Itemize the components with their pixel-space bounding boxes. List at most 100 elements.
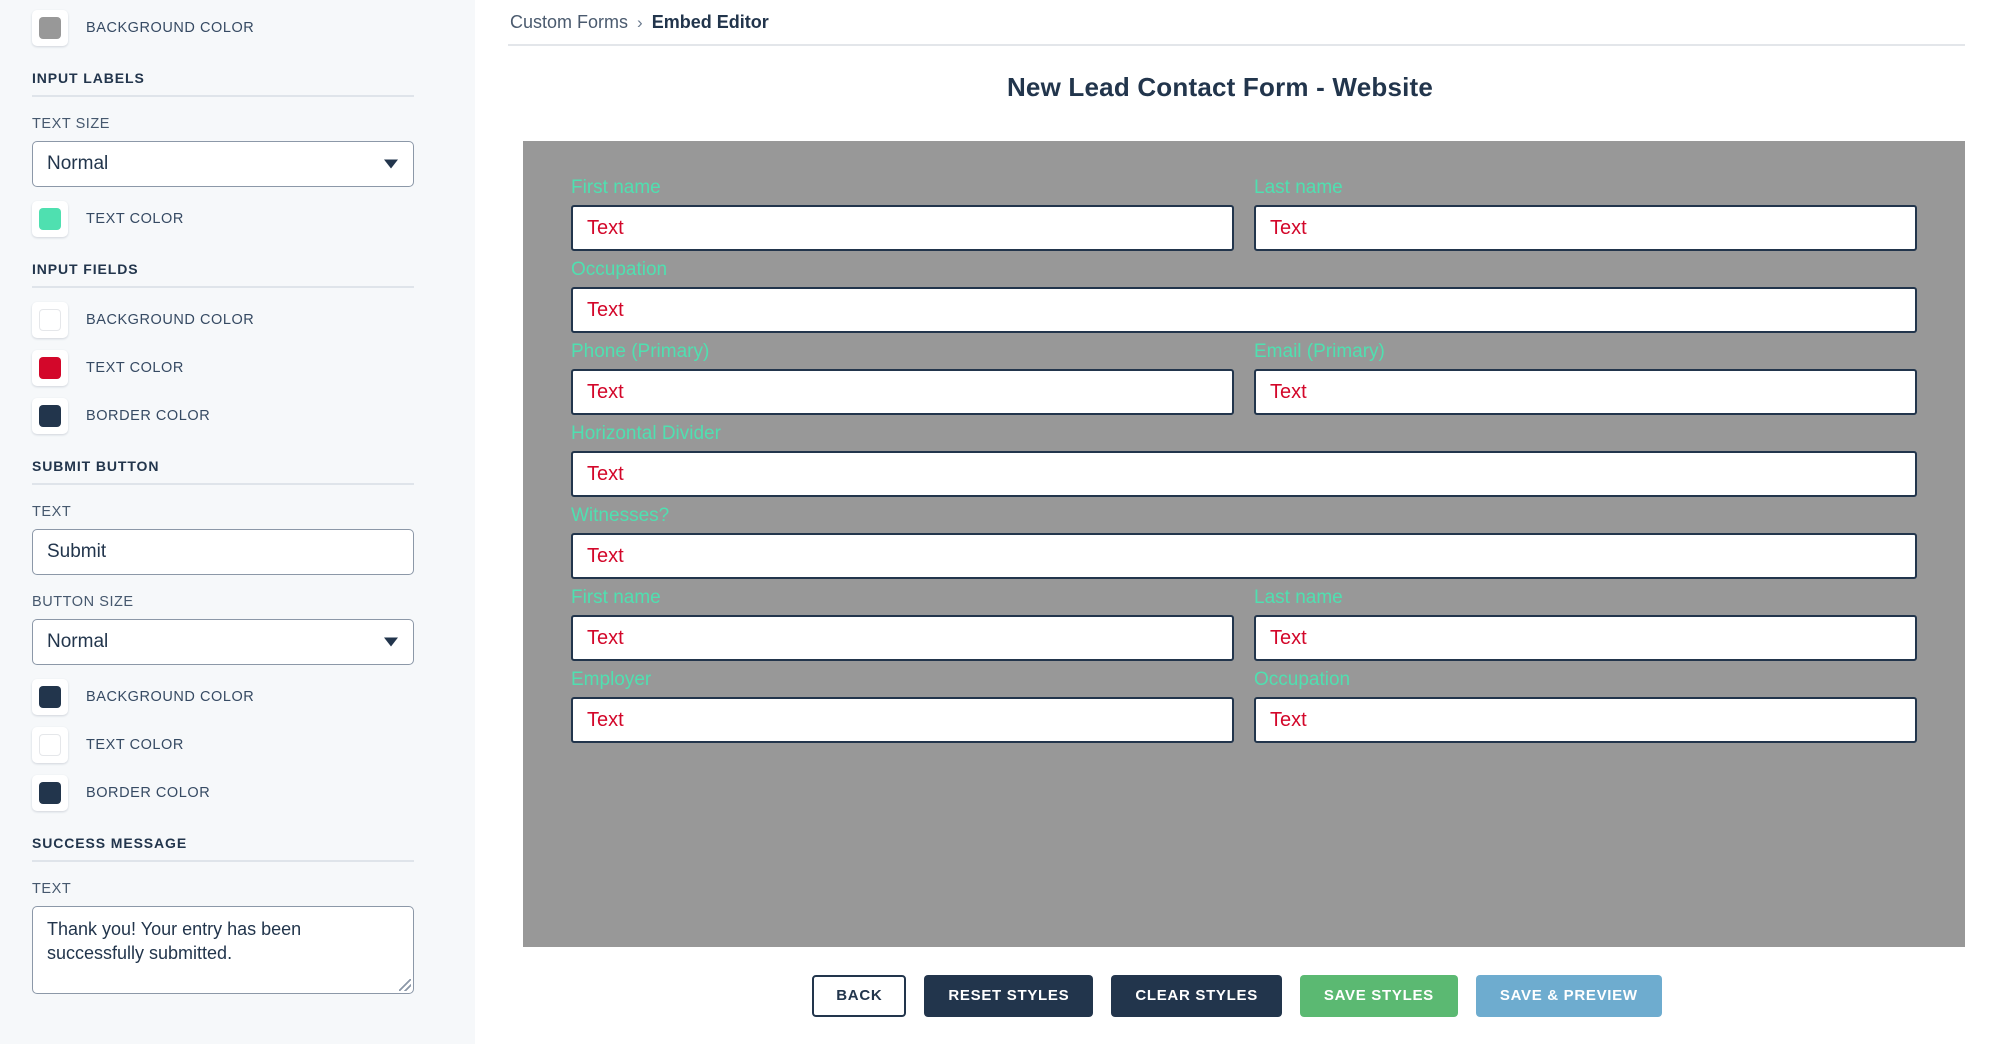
color-swatch-button[interactable] (32, 201, 68, 237)
swatch-label: TEXT COLOR (86, 360, 184, 376)
select-value: Normal (47, 631, 109, 652)
reset-styles-button[interactable]: RESET STYLES (924, 974, 1094, 1017)
section-input-labels: INPUT LABELS (32, 70, 414, 97)
swatch-row-field-border-color[interactable]: BORDER COLOR (32, 392, 475, 440)
field-value: Text (1270, 380, 1307, 403)
sidebar-content: BACKGROUND COLOR INPUT LABELS TEXT SIZE … (0, 4, 475, 1034)
label-text-size: TEXT SIZE (32, 116, 111, 132)
sidebar-scrollbar-track[interactable] (460, 0, 475, 1044)
field-value: Text (1270, 626, 1307, 649)
chevron-right-icon: › (637, 12, 643, 32)
section-divider (32, 483, 414, 485)
color-swatch-button[interactable] (32, 398, 68, 434)
swatch-label: BACKGROUND COLOR (86, 20, 255, 36)
section-title: INPUT FIELDS (32, 261, 139, 277)
field-value: Text (587, 462, 624, 485)
section-input-fields: INPUT FIELDS (32, 261, 414, 288)
field-label: Last name (1254, 587, 1343, 608)
color-swatch-button[interactable] (32, 350, 68, 386)
swatch-label: BACKGROUND COLOR (86, 312, 255, 328)
field-value: Text (1270, 708, 1307, 731)
field-input[interactable]: Text (571, 287, 1917, 333)
field-value: Text (587, 216, 624, 239)
page-title: New Lead Contact Form - Website (1006, 72, 1434, 102)
label-button-size: BUTTON SIZE (32, 594, 134, 610)
section-submit-button: SUBMIT BUTTON (32, 458, 414, 485)
field-input[interactable]: Text (571, 451, 1917, 497)
form-field: First name Text (571, 587, 1234, 661)
editor-action-bar: BACK RESET STYLES CLEAR STYLES SAVE STYL… (475, 947, 1999, 1044)
form-preview-panel: First name Text Last name Text Occupatio… (523, 141, 1965, 947)
swatch-label: TEXT COLOR (86, 211, 184, 227)
form-field: Employer Text (571, 669, 1234, 743)
form-row: Phone (Primary) Text Email (Primary) Tex… (571, 341, 1917, 415)
embed-editor-page: BACKGROUND COLOR INPUT LABELS TEXT SIZE … (0, 0, 1999, 1044)
field-input[interactable]: Text (571, 697, 1234, 743)
color-chip (39, 686, 61, 708)
field-value: Text (587, 626, 624, 649)
breadcrumb-divider (508, 44, 1965, 46)
field-input[interactable]: Text (571, 533, 1917, 579)
field-label: Email (Primary) (1254, 341, 1385, 362)
input-value: Submit (47, 541, 107, 562)
textarea-success-message[interactable]: Thank you! Your entry has been successfu… (32, 906, 414, 994)
field-label: Last name (1254, 177, 1343, 198)
swatch-row-form-background-color[interactable]: BACKGROUND COLOR (32, 4, 475, 52)
form-field: Witnesses? Text (571, 505, 1917, 579)
select-value: Normal (47, 153, 109, 174)
color-swatch-button[interactable] (32, 10, 68, 46)
swatch-label: BORDER COLOR (86, 408, 211, 424)
swatch-label: BACKGROUND COLOR (86, 689, 255, 705)
section-divider (32, 860, 414, 862)
label-success-text: TEXT (32, 881, 72, 897)
field-input[interactable]: Text (1254, 369, 1917, 415)
field-label: First name (571, 587, 661, 608)
form-field: Email (Primary) Text (1254, 341, 1917, 415)
style-settings-sidebar: BACKGROUND COLOR INPUT LABELS TEXT SIZE … (0, 0, 475, 1044)
label-submit-text: TEXT (32, 504, 72, 520)
swatch-label: BORDER COLOR (86, 785, 211, 801)
select-input-label-text-size[interactable]: Normal (32, 141, 414, 187)
select-submit-button-size[interactable]: Normal (32, 619, 414, 665)
field-label: Witnesses? (571, 505, 670, 526)
field-label: Occupation (1254, 669, 1351, 690)
form-row: First name Text Last name Text (571, 587, 1917, 661)
save-and-preview-button[interactable]: SAVE & PREVIEW (1475, 974, 1662, 1017)
back-button[interactable]: BACK (812, 974, 907, 1017)
field-label: Employer (571, 669, 652, 690)
swatch-row-field-background-color[interactable]: BACKGROUND COLOR (32, 296, 475, 344)
field-input[interactable]: Text (571, 615, 1234, 661)
breadcrumb-current: Embed Editor (651, 12, 769, 32)
field-label: First name (571, 177, 661, 198)
field-input[interactable]: Text (1254, 205, 1917, 251)
color-chip (39, 357, 61, 379)
breadcrumb-parent-link[interactable]: Custom Forms (510, 12, 628, 33)
form-field: Occupation Text (1254, 669, 1917, 743)
field-input[interactable]: Text (571, 369, 1234, 415)
color-swatch-button[interactable] (32, 679, 68, 715)
clear-styles-button[interactable]: CLEAR STYLES (1111, 974, 1282, 1017)
color-swatch-button[interactable] (32, 302, 68, 338)
input-submit-button-text[interactable]: Submit (32, 529, 414, 575)
form-row: First name Text Last name Text (571, 177, 1917, 251)
field-input[interactable]: Text (1254, 615, 1917, 661)
color-swatch-button[interactable] (32, 727, 68, 763)
textarea-value: Thank you! Your entry has been successfu… (47, 919, 302, 964)
swatch-row-button-background-color[interactable]: BACKGROUND COLOR (32, 673, 475, 721)
main-content: Custom Forms › Embed Editor New Lead Con… (475, 0, 1999, 1044)
field-input[interactable]: Text (1254, 697, 1917, 743)
resize-handle-icon[interactable] (399, 979, 411, 991)
form-field: Occupation Text (571, 259, 1917, 333)
color-chip (39, 782, 61, 804)
swatch-row-button-text-color[interactable]: TEXT COLOR (32, 721, 475, 769)
section-success-message: SUCCESS MESSAGE (32, 835, 414, 862)
swatch-row-field-text-color[interactable]: TEXT COLOR (32, 344, 475, 392)
form-preview-body: First name Text Last name Text Occupatio… (523, 141, 1965, 743)
swatch-row-button-border-color[interactable]: BORDER COLOR (32, 769, 475, 817)
color-swatch-button[interactable] (32, 775, 68, 811)
swatch-row-label-text-color[interactable]: TEXT COLOR (32, 195, 475, 243)
form-row: Witnesses? Text (571, 505, 1917, 579)
form-field: Horizontal Divider Text (571, 423, 1917, 497)
field-input[interactable]: Text (571, 205, 1234, 251)
save-styles-button[interactable]: SAVE STYLES (1299, 974, 1458, 1017)
